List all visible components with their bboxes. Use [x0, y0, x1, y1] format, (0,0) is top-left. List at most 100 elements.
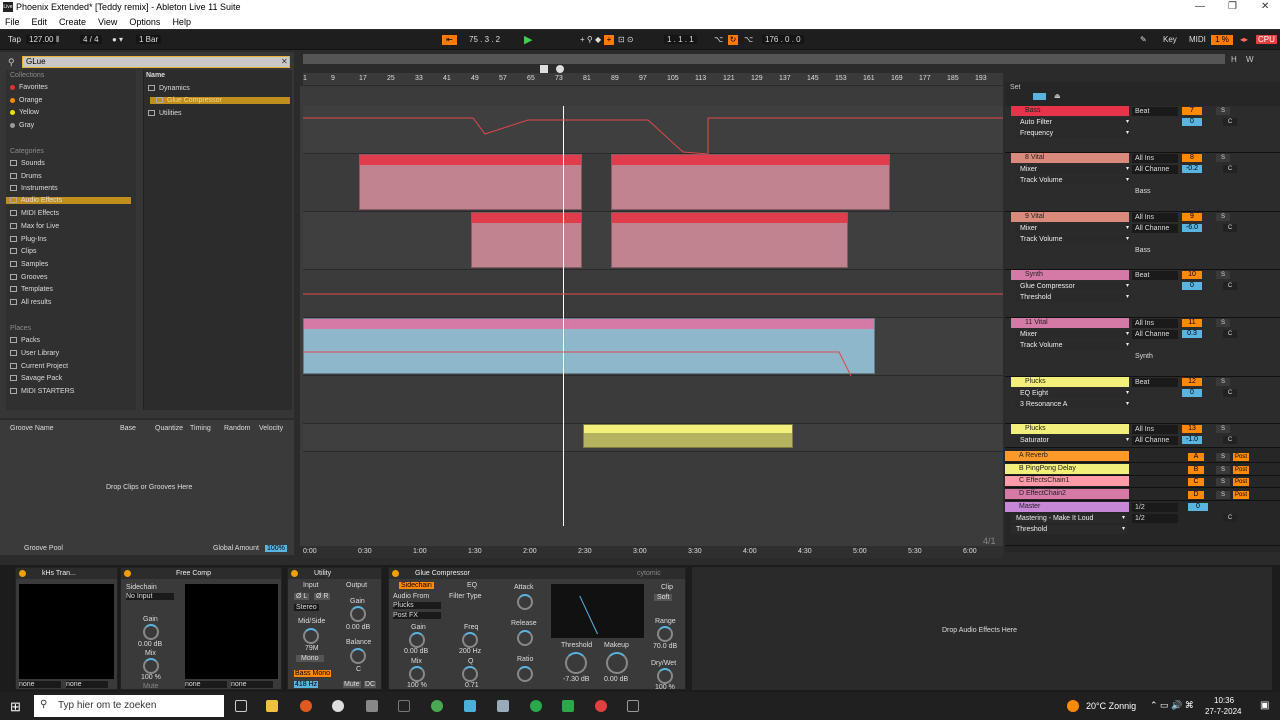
track-name[interactable]: 9 Vital — [1011, 212, 1129, 222]
master-pan[interactable]: C — [1223, 514, 1237, 522]
track-name[interactable]: Plucks — [1011, 424, 1129, 434]
tempo-field[interactable]: 127.00 — [26, 35, 57, 44]
solo-button[interactable]: S — [1216, 271, 1230, 279]
overview-strip[interactable] — [303, 54, 1225, 64]
taskbar-search-box[interactable]: Typ hier om te zoeken — [34, 695, 224, 717]
live-app-icon[interactable] — [398, 700, 410, 712]
attack-knob[interactable] — [517, 594, 533, 610]
range-knob[interactable] — [657, 626, 673, 642]
time-ruler[interactable]: 0:00 0:30 1:00 1:30 2:00 2:30 3:00 3:30 4:00 4:30… — [303, 546, 1003, 558]
master-input-select[interactable]: 1/2 — [1132, 503, 1178, 512]
mixer-track-2[interactable]: 9 Vital Mixer Track Volume All Ins All Chann… — [1005, 212, 1280, 270]
input-type-select[interactable]: All Ins — [1132, 319, 1178, 328]
weather-text[interactable]: 20°C Zonnig — [1086, 701, 1136, 711]
tap-button[interactable]: Tap — [8, 35, 21, 44]
sc-gain-knob[interactable] — [409, 632, 425, 648]
input-type-select[interactable]: All Ins — [1132, 425, 1178, 434]
input-channel-select[interactable]: All Channe — [1132, 436, 1178, 445]
solo-button[interactable]: S — [1216, 378, 1230, 386]
device-chooser[interactable]: Mixer — [1015, 330, 1131, 339]
menu-file[interactable]: File — [5, 17, 20, 27]
midside-knob[interactable] — [303, 628, 319, 644]
solo-button[interactable]: S — [1216, 154, 1230, 162]
menu-view[interactable]: View — [98, 17, 117, 27]
soft-clip-button[interactable]: Soft — [654, 594, 673, 601]
whatsapp-icon[interactable] — [530, 700, 542, 712]
mixer-track-4[interactable]: 11 Vital Mixer Track Volume All Ins All Chan… — [1005, 318, 1280, 377]
track-activator[interactable]: 10 — [1182, 271, 1202, 279]
place-user-library[interactable]: User Library — [10, 350, 59, 357]
device-title[interactable]: Free Comp — [121, 568, 281, 579]
threshold-knob[interactable] — [565, 652, 587, 674]
fold-icon[interactable] — [1033, 93, 1046, 100]
solo-button[interactable]: S — [1216, 491, 1230, 499]
return-track-0[interactable]: A Reverb A S Post — [1005, 451, 1280, 463]
mute-button[interactable]: Mute — [343, 681, 361, 688]
device-free-comp[interactable]: Free Comp Sidechain No Input Gain 0.00 d… — [120, 567, 282, 690]
file-explorer-icon[interactable] — [266, 700, 278, 712]
chrome-icon[interactable] — [431, 700, 443, 712]
return-name[interactable]: A Reverb — [1005, 451, 1129, 461]
tree-item-utilities[interactable]: Utilities — [148, 110, 182, 117]
post-button[interactable]: Post — [1233, 453, 1249, 461]
return-name[interactable]: D EffectChain2 — [1005, 489, 1129, 499]
close-icon[interactable]: ✕ — [1261, 1, 1269, 12]
midi-map-button[interactable]: MIDI — [1189, 35, 1206, 44]
solo-button[interactable]: S — [1216, 453, 1230, 461]
record-button[interactable] — [556, 65, 564, 73]
solo-button[interactable]: S — [1216, 425, 1230, 433]
eq-toggle[interactable]: EQ — [467, 582, 477, 589]
loop-switch-icon[interactable]: ↻ — [728, 35, 738, 45]
release-knob[interactable] — [517, 630, 533, 646]
notification-icon[interactable]: ▣ — [1260, 700, 1269, 711]
return-activator[interactable]: A — [1188, 453, 1204, 461]
overdub-icon[interactable]: + ⚲ ◆ — [580, 35, 601, 44]
place-midi-starters[interactable]: MIDI STARTERS — [10, 388, 74, 395]
place-packs[interactable]: Packs — [10, 337, 40, 344]
track-activator[interactable]: 12 — [1182, 378, 1202, 386]
punch-out-icon[interactable]: ⌥ — [744, 35, 753, 44]
device-chooser[interactable]: Glue Compressor — [1015, 282, 1131, 291]
makeup-knob[interactable] — [606, 652, 628, 674]
punch-in-icon[interactable]: ⌥ — [714, 35, 723, 44]
device-chooser[interactable]: Auto Filter — [1015, 118, 1131, 127]
windows-start-icon[interactable]: ⊞ — [10, 699, 21, 715]
return-name[interactable]: B PingPong Delay — [1005, 464, 1129, 474]
task-view-icon[interactable] — [235, 700, 247, 712]
ratio-knob[interactable] — [517, 666, 533, 682]
category-instruments[interactable]: Instruments — [10, 185, 58, 192]
return-name[interactable]: C EffectsChain1 — [1005, 476, 1129, 486]
device-utility[interactable]: Utility Input Output Ø L Ø R Stereo Gain… — [287, 567, 382, 690]
clock-date[interactable]: 27-7-2024 — [1205, 707, 1241, 716]
media-player-icon[interactable] — [332, 700, 344, 712]
parameter-chooser[interactable]: Track Volume — [1015, 235, 1131, 244]
input-type-select[interactable]: All Ins — [1132, 213, 1178, 222]
post-fx-select[interactable]: Post FX — [393, 612, 441, 619]
chrome-profile-icon[interactable] — [595, 700, 607, 712]
return-activator[interactable]: C — [1188, 478, 1204, 486]
track-name[interactable]: Plucks — [1011, 377, 1129, 387]
input-type-select[interactable]: Beat — [1132, 378, 1178, 387]
q-knob[interactable] — [462, 666, 478, 682]
stereo-mode-select[interactable]: Stereo — [294, 604, 319, 611]
track-activator[interactable]: 7 — [1182, 107, 1202, 115]
freecomp-select-1[interactable]: none — [185, 681, 227, 688]
device-chooser[interactable]: EQ Eight — [1015, 389, 1131, 398]
category-max-for-live[interactable]: Max for Live — [10, 223, 59, 230]
input-type-select[interactable]: Beat — [1132, 271, 1178, 280]
capture-icon[interactable]: ⊡ ⊙ — [618, 35, 634, 44]
parameter-chooser[interactable]: 3 Resonance A — [1015, 400, 1131, 409]
mixer-track-6[interactable]: Plucks SaturatorAll Ins All Channe 13 S -1.0 C — [1005, 424, 1280, 448]
time-signature[interactable]: 4 / 4 — [80, 35, 102, 44]
clock-time[interactable]: 10:36 — [1214, 696, 1234, 705]
input-channel-select[interactable]: All Channe — [1132, 330, 1178, 339]
global-amount-value[interactable]: 100% — [265, 545, 287, 552]
pan-value[interactable]: C — [1223, 436, 1237, 444]
return-activator[interactable]: D — [1188, 491, 1204, 499]
track-name[interactable]: 11 Vital — [1011, 318, 1129, 328]
app-icon[interactable] — [366, 700, 378, 712]
app-icon-4[interactable] — [562, 700, 574, 712]
overview-h-button[interactable]: H — [1231, 55, 1237, 64]
volume-value[interactable]: -1.0 — [1182, 436, 1202, 444]
system-tray-icons[interactable]: ⌃ ▭ 🔊 ⌘ — [1150, 700, 1194, 711]
